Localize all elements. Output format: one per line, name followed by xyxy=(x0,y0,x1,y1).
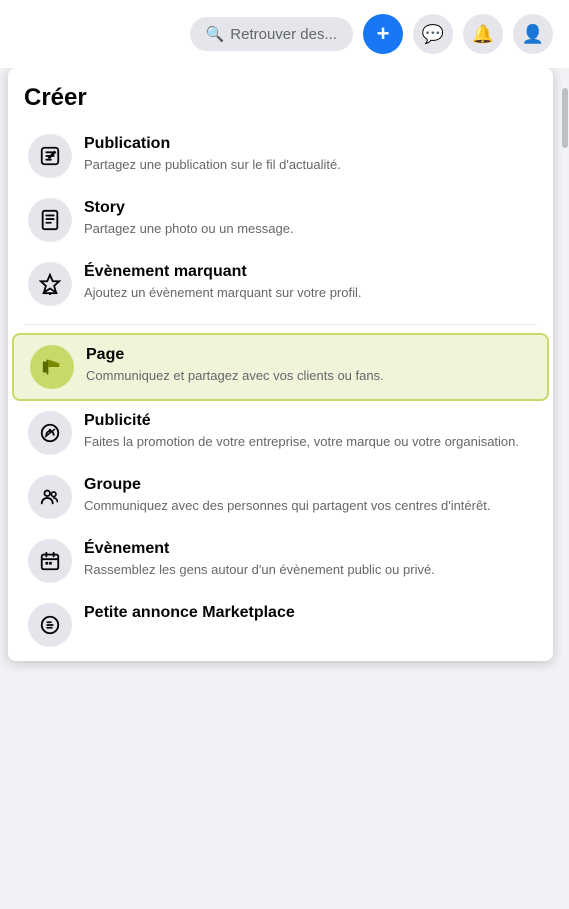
menu-item-publicite[interactable]: Publicité Faites la promotion de votre e… xyxy=(12,401,549,465)
scrollbar[interactable] xyxy=(561,68,569,909)
menu-item-publication[interactable]: Publication Partagez une publication sur… xyxy=(12,124,549,188)
petite-annonce-title: Petite annonce Marketplace xyxy=(84,603,295,624)
create-menu-panel: Créer Publication Partagez une publicati… xyxy=(8,68,553,661)
bell-icon: 🔔 xyxy=(472,24,494,45)
menu-item-page[interactable]: Page Communiquez et partagez avec vos cl… xyxy=(12,333,549,401)
story-title: Story xyxy=(84,198,294,219)
divider-1 xyxy=(24,324,537,325)
evenement-desc: Rassemblez les gens autour d'un évènemen… xyxy=(84,561,435,579)
create-plus-button[interactable]: + xyxy=(363,14,403,54)
scroll-thumb[interactable] xyxy=(562,88,568,148)
menu-item-story[interactable]: Story Partagez une photo ou un message. xyxy=(12,188,549,252)
panel-title: Créer xyxy=(8,80,553,124)
menu-item-evenement-marquant[interactable]: Évènement marquant Ajoutez un évènement … xyxy=(12,252,549,316)
evenement-text: Évènement Rassemblez les gens autour d'u… xyxy=(84,539,435,579)
menu-item-groupe[interactable]: Groupe Communiquez avec des personnes qu… xyxy=(12,465,549,529)
publicite-desc: Faites la promotion de votre entreprise,… xyxy=(84,433,519,451)
groupe-text: Groupe Communiquez avec des personnes qu… xyxy=(84,475,490,515)
plus-icon: + xyxy=(377,21,390,47)
page-desc: Communiquez et partagez avec vos clients… xyxy=(86,367,384,385)
search-label: Retrouver des... xyxy=(230,26,337,43)
page-icon xyxy=(30,345,74,389)
evenement-title: Évènement xyxy=(84,539,435,560)
publication-desc: Partagez une publication sur le fil d'ac… xyxy=(84,156,341,174)
evenement-marquant-title: Évènement marquant xyxy=(84,262,361,283)
menu-item-petite-annonce[interactable]: Petite annonce Marketplace xyxy=(12,593,549,657)
notifications-button[interactable]: 🔔 xyxy=(463,14,503,54)
groupe-title: Groupe xyxy=(84,475,490,496)
evenement-marquant-text: Évènement marquant Ajoutez un évènement … xyxy=(84,262,361,302)
topbar: 🔍 Retrouver des... + 💬 🔔 👤 xyxy=(0,0,569,68)
messenger-icon: 💬 xyxy=(422,24,444,45)
petite-annonce-text: Petite annonce Marketplace xyxy=(84,603,295,624)
create-menu-wrapper: Créer Publication Partagez une publicati… xyxy=(8,68,569,909)
petite-annonce-icon xyxy=(28,603,72,647)
groupe-desc: Communiquez avec des personnes qui parta… xyxy=(84,497,490,515)
profile-button[interactable]: 👤 xyxy=(513,14,553,54)
publicite-text: Publicité Faites la promotion de votre e… xyxy=(84,411,519,451)
page-text: Page Communiquez et partagez avec vos cl… xyxy=(86,345,384,385)
groupe-icon xyxy=(28,475,72,519)
publicite-icon xyxy=(28,411,72,455)
story-icon xyxy=(28,198,72,242)
messenger-button[interactable]: 💬 xyxy=(413,14,453,54)
publication-text: Publication Partagez une publication sur… xyxy=(84,134,341,174)
menu-item-evenement[interactable]: Évènement Rassemblez les gens autour d'u… xyxy=(12,529,549,593)
publication-title: Publication xyxy=(84,134,341,155)
publication-icon xyxy=(28,134,72,178)
publicite-title: Publicité xyxy=(84,411,519,432)
story-text: Story Partagez une photo ou un message. xyxy=(84,198,294,238)
evenement-icon xyxy=(28,539,72,583)
evenement-marquant-desc: Ajoutez un évènement marquant sur votre … xyxy=(84,284,361,302)
avatar-icon: 👤 xyxy=(522,24,544,45)
search-button[interactable]: 🔍 Retrouver des... xyxy=(190,17,353,51)
evenement-marquant-icon xyxy=(28,262,72,306)
search-icon: 🔍 xyxy=(206,25,225,43)
story-desc: Partagez une photo ou un message. xyxy=(84,220,294,238)
page-title: Page xyxy=(86,345,384,366)
